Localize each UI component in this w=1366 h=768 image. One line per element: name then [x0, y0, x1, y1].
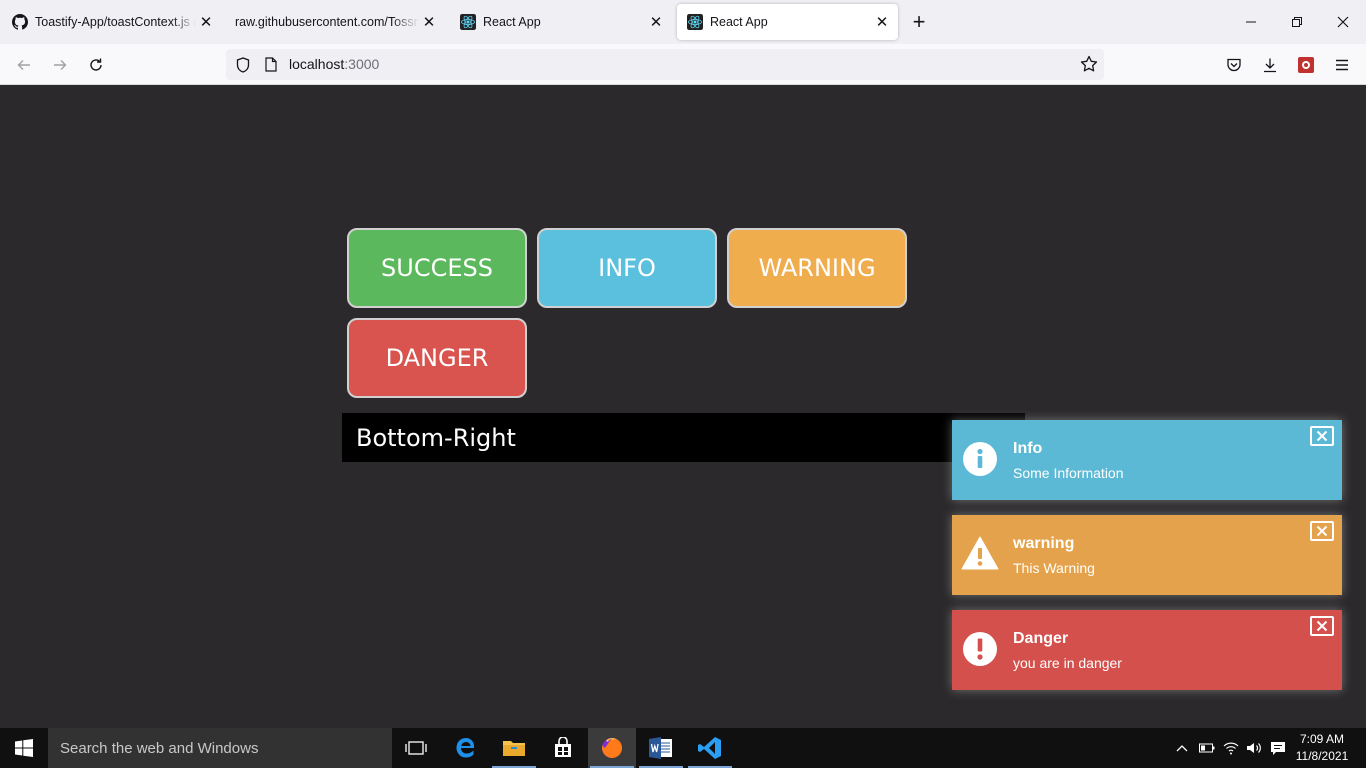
react-icon: [687, 14, 703, 30]
toast-description: you are in danger: [1013, 655, 1122, 671]
forward-button[interactable]: [47, 52, 73, 78]
taskbar-search-placeholder: Search the web and Windows: [60, 739, 259, 757]
screen: Toastify-App/toastContext.js at ✕ raw.gi…: [0, 0, 1366, 768]
close-tab-icon[interactable]: ✕: [646, 12, 666, 32]
shield-icon[interactable]: [234, 56, 252, 73]
firefox-icon[interactable]: [588, 728, 636, 768]
edge-icon[interactable]: [442, 728, 490, 768]
warning-toast: warning This Warning: [952, 515, 1342, 595]
tab-strip: Toastify-App/toastContext.js at ✕ raw.gi…: [0, 0, 1366, 44]
position-select[interactable]: Bottom-Right: [342, 413, 1025, 462]
info-button[interactable]: INFO: [537, 228, 717, 308]
page-icon[interactable]: [263, 57, 279, 72]
clock[interactable]: 7:09 AM 11/8/2021: [1290, 731, 1354, 765]
close-window-button[interactable]: [1320, 0, 1366, 44]
tab-title: React App: [710, 15, 768, 29]
file-explorer-icon[interactable]: [490, 728, 538, 768]
taskbar: Search the web and Windows 7:09 AM 11/8/…: [0, 728, 1366, 768]
success-button[interactable]: SUCCESS: [347, 228, 527, 308]
warning-button[interactable]: WARNING: [727, 228, 907, 308]
battery-icon[interactable]: [1196, 728, 1218, 768]
pocket-icon[interactable]: [1221, 52, 1247, 78]
task-view-icon[interactable]: [392, 728, 440, 768]
back-button[interactable]: [11, 52, 37, 78]
close-icon[interactable]: [1310, 616, 1334, 636]
close-icon[interactable]: [1310, 426, 1334, 446]
minimize-button[interactable]: [1228, 0, 1274, 44]
windows-start-icon[interactable]: [0, 728, 48, 768]
reload-button[interactable]: [83, 52, 109, 78]
position-select-value: Bottom-Right: [356, 423, 516, 452]
exclamation-icon: [961, 630, 999, 668]
info-toast: Info Some Information: [952, 420, 1342, 500]
navigation-toolbar: localhost:3000: [0, 44, 1366, 85]
store-icon[interactable]: [539, 728, 587, 768]
toast-description: This Warning: [1013, 560, 1095, 576]
address-bar[interactable]: localhost:3000: [226, 49, 1104, 80]
tab-react-app-active[interactable]: React App ✕: [677, 4, 898, 40]
info-icon: [961, 440, 999, 478]
url-text[interactable]: localhost:3000: [289, 56, 379, 74]
tab-title: raw.githubusercontent.com/Tossma: [235, 15, 419, 29]
warning-icon: [961, 535, 999, 573]
danger-button[interactable]: DANGER: [347, 318, 527, 398]
wifi-icon[interactable]: [1220, 728, 1242, 768]
word-icon[interactable]: [637, 728, 685, 768]
close-tab-icon[interactable]: ✕: [419, 12, 439, 32]
volume-icon[interactable]: [1243, 728, 1265, 768]
danger-toast: Danger you are in danger: [952, 610, 1342, 690]
vscode-icon[interactable]: [686, 728, 734, 768]
tab-github[interactable]: Toastify-App/toastContext.js at ✕: [2, 4, 222, 40]
tab-title: React App: [483, 15, 541, 29]
extension-icon[interactable]: [1293, 52, 1319, 78]
downloads-icon[interactable]: [1257, 52, 1283, 78]
react-icon: [460, 14, 476, 30]
taskbar-search-input[interactable]: Search the web and Windows: [48, 728, 392, 768]
close-tab-icon[interactable]: ✕: [196, 12, 216, 32]
menu-icon[interactable]: [1329, 52, 1355, 78]
clock-date: 11/8/2021: [1295, 749, 1349, 763]
toast-description: Some Information: [1013, 465, 1124, 481]
tab-raw-github[interactable]: raw.githubusercontent.com/Tossma ✕: [225, 4, 445, 40]
tab-react-app[interactable]: React App ✕: [450, 4, 672, 40]
clock-time: 7:09 AM: [1299, 732, 1345, 746]
bookmark-star-icon[interactable]: [1080, 55, 1098, 78]
page-content: SUCCESS INFO WARNING DANGER Bottom-Right…: [0, 85, 1366, 728]
notifications-icon[interactable]: [1267, 728, 1289, 768]
close-icon[interactable]: [1310, 521, 1334, 541]
toast-title: Info: [1013, 440, 1043, 457]
toast-title: Danger: [1013, 630, 1069, 647]
toast-title: warning: [1013, 535, 1075, 552]
restore-button[interactable]: [1274, 0, 1320, 44]
chevron-up-icon[interactable]: [1172, 728, 1192, 768]
new-tab-button[interactable]: +: [908, 11, 930, 34]
github-icon: [12, 14, 28, 30]
tab-title: Toastify-App/toastContext.js at: [35, 15, 196, 29]
close-tab-icon[interactable]: ✕: [872, 12, 892, 32]
